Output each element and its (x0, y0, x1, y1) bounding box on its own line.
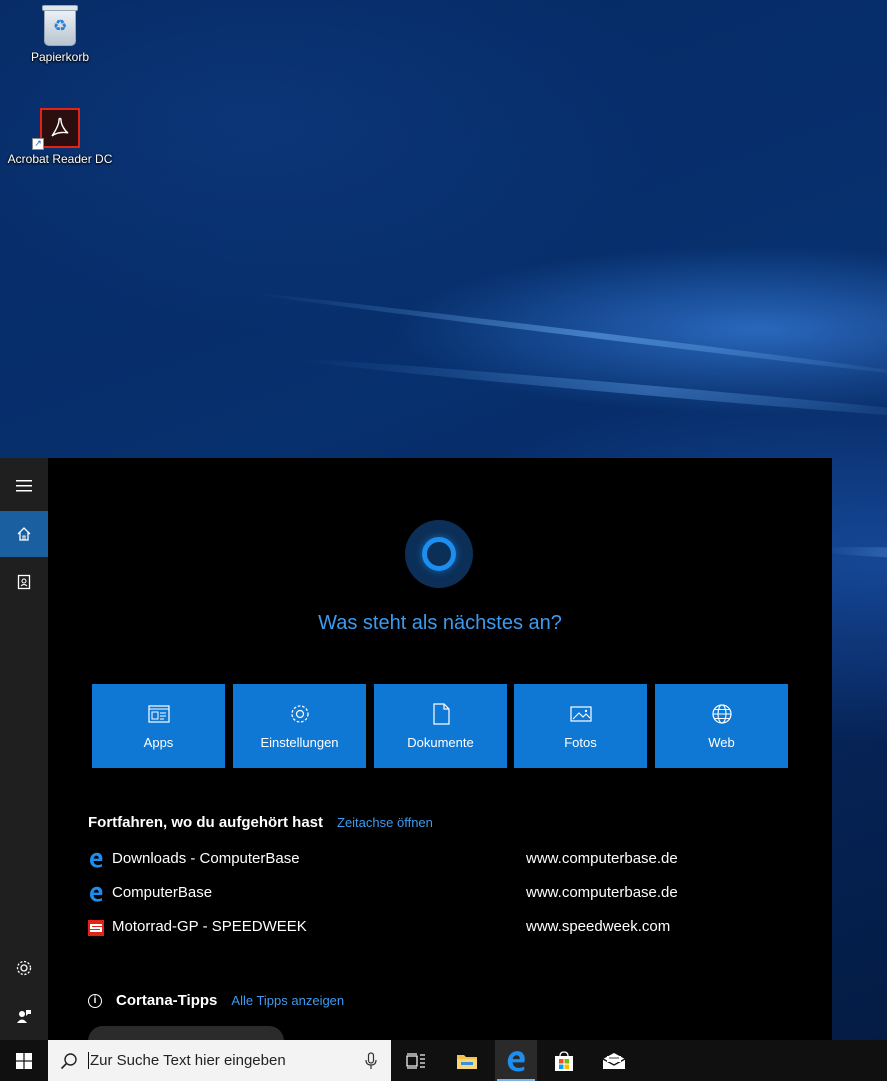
cortana-question: Was steht als nächstes an? (318, 612, 562, 634)
timeline-open-link[interactable]: Zeitachse öffnen (337, 815, 433, 830)
home-icon (17, 527, 31, 541)
settings-button[interactable] (0, 945, 48, 991)
mail-button[interactable] (593, 1040, 635, 1081)
tile-label: Fotos (564, 734, 597, 750)
recent-item[interactable]: Downloads - ComputerBase www.computerbas… (88, 850, 788, 884)
recent-item[interactable]: ComputerBase www.computerbase.de (88, 884, 788, 918)
windows-logo-icon (16, 1052, 32, 1069)
hamburger-menu-button[interactable] (0, 463, 48, 509)
tile-fotos[interactable]: Fotos (514, 684, 647, 768)
desktop-icon-label: Papierkorb (30, 50, 90, 64)
wallpaper-light-streak (299, 355, 887, 426)
store-bag-icon (555, 1050, 573, 1071)
store-button[interactable] (543, 1040, 585, 1081)
taskbar-search-box[interactable]: Zur Suche Text hier eingeben (48, 1040, 391, 1081)
edge-icon (90, 886, 103, 902)
gear-icon (16, 960, 32, 976)
edge-button[interactable] (495, 1040, 537, 1081)
task-view-icon (406, 1052, 425, 1069)
photo-icon (569, 705, 592, 722)
feedback-button[interactable] (0, 993, 48, 1039)
file-explorer-button[interactable] (446, 1040, 488, 1081)
desktop-icon-acrobat-reader[interactable]: ↗ Acrobat Reader DC (5, 108, 115, 166)
edge-icon (507, 1050, 525, 1071)
settings-gear-icon (290, 704, 309, 723)
cortana-ring-icon (422, 537, 456, 571)
desktop-icon-label: Acrobat Reader DC (7, 152, 113, 166)
recent-item-title: Downloads - ComputerBase (112, 850, 300, 867)
all-tips-link[interactable]: Alle Tipps anzeigen (231, 993, 344, 1008)
notebook-button[interactable] (0, 559, 48, 605)
hamburger-icon (16, 480, 32, 492)
wallpaper-light-streak (249, 290, 887, 382)
start-button[interactable] (0, 1040, 48, 1081)
desktop-icon-recycle-bin[interactable]: ♻ Papierkorb (5, 5, 115, 64)
recycle-bin-icon: ♻ (42, 5, 78, 46)
globe-icon (711, 703, 732, 724)
shortcut-arrow-icon: ↗ (32, 138, 44, 150)
recent-item-url: www.computerbase.de (526, 884, 678, 901)
recent-item-url: www.computerbase.de (526, 850, 678, 867)
cortana-panel: Was steht als nächstes an? Apps Einstell… (0, 458, 832, 1056)
document-icon (432, 702, 450, 725)
cortana-main: Was steht als nächstes an? Apps Einstell… (48, 458, 832, 1056)
microphone-icon[interactable] (365, 1051, 377, 1070)
tile-einstellungen[interactable]: Einstellungen (233, 684, 366, 768)
task-view-button[interactable] (395, 1040, 437, 1081)
folder-icon (457, 1054, 477, 1069)
continue-heading: Fortfahren, wo du aufgehört hast (88, 814, 323, 831)
recent-item[interactable]: Motorrad-GP - SPEEDWEEK www.speedweek.co… (88, 918, 788, 952)
continue-section-header: Fortfahren, wo du aufgehört hast Zeitachs… (88, 814, 433, 832)
feedback-person-icon (17, 1010, 31, 1023)
tips-heading: Cortana-Tipps (116, 992, 218, 1009)
speedweek-icon (88, 920, 104, 936)
tips-section-header: i Cortana-Tipps Alle Tipps anzeigen (88, 992, 344, 1009)
info-icon: i (88, 993, 102, 1008)
cortana-logo (405, 520, 473, 588)
cortana-side-rail (0, 458, 48, 1040)
recent-activity-list: Downloads - ComputerBase www.computerbas… (88, 850, 788, 952)
notebook-icon (17, 574, 31, 590)
tile-dokumente[interactable]: Dokumente (374, 684, 507, 768)
tile-label: Web (708, 734, 735, 750)
apps-icon (147, 704, 170, 723)
edge-icon (90, 852, 103, 868)
acrobat-reader-icon: ↗ (32, 108, 80, 150)
recent-item-title: Motorrad-GP - SPEEDWEEK (112, 918, 307, 935)
tile-label: Apps (143, 734, 174, 750)
recent-item-url: www.speedweek.com (526, 918, 671, 935)
mail-icon (602, 1052, 626, 1069)
tile-label: Dokumente (407, 734, 474, 750)
recent-item-title: ComputerBase (112, 884, 213, 901)
tile-label: Einstellungen (260, 734, 339, 750)
home-button[interactable] (0, 511, 48, 557)
search-input[interactable]: Zur Suche Text hier eingeben (88, 1052, 365, 1069)
tile-apps[interactable]: Apps (92, 684, 225, 768)
tile-web[interactable]: Web (655, 684, 788, 768)
search-icon (60, 1052, 77, 1069)
taskbar: Zur Suche Text hier eingeben (0, 1040, 887, 1081)
